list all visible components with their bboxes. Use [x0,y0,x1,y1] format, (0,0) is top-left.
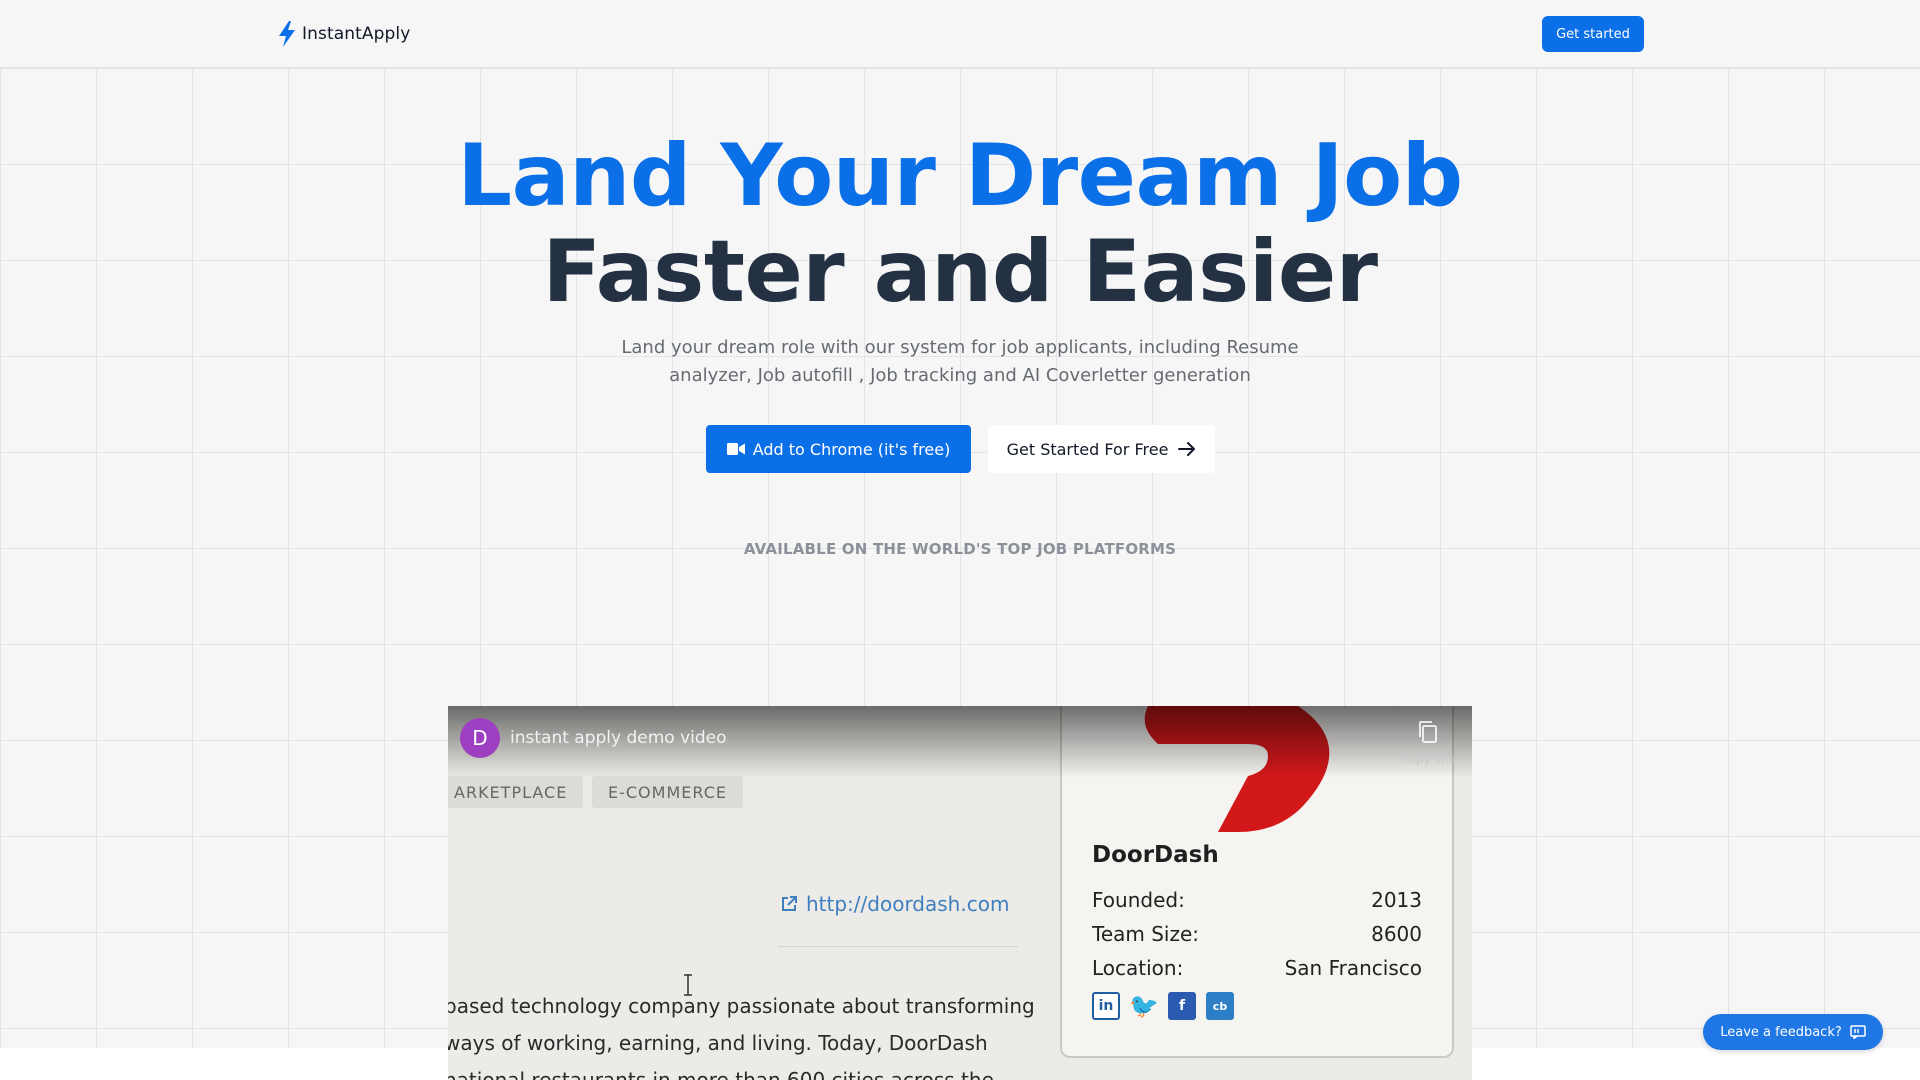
description-line: based technology company passionate abou… [448,994,1035,1018]
add-to-chrome-button[interactable]: Add to Chrome (it's free) [706,425,971,473]
video-camera-icon [726,443,745,455]
demo-video-player[interactable]: ARKETPLACE E-COMMERCE http://doordash.co… [448,706,1472,1080]
hero-subtitle: Land your dream role with our system for… [621,337,1299,386]
top-navbar: InstantApply Get started [0,0,1920,68]
hero-title-line1: Land Your Dream Job [457,126,1463,226]
facebook-icon: f [1168,992,1196,1020]
info-label: Founded: [1092,888,1185,912]
hero-title-line2: Faster and Easier [542,222,1378,322]
video-title[interactable]: instant apply demo video [510,728,727,748]
company-name: DoorDash [1092,842,1219,868]
description-line: ways of working, earning, and living. To… [448,1031,988,1055]
logo-text: InstantApply [302,24,411,44]
copy-link-button[interactable]: Copy link [1390,720,1466,767]
info-label: Team Size: [1092,922,1200,946]
crunchbase-icon: cb [1206,992,1234,1020]
info-value: San Francisco [1284,956,1422,980]
description-line: national restaurants in more than 600 ci… [448,1068,994,1080]
tag-ecommerce: E-COMMERCE [592,776,743,808]
linkedin-icon: in [1092,992,1120,1020]
info-row-location: Location: San Francisco [1092,956,1422,980]
text-cursor-icon [684,974,692,996]
message-icon [1850,1025,1866,1039]
external-link-icon [782,896,797,911]
info-value: 2013 [1371,888,1422,912]
get-started-free-label: Get Started For Free [1006,439,1169,459]
company-description: based technology company passionate abou… [448,988,1044,1080]
feedback-label: Leave a feedback? [1720,1024,1842,1040]
divider [778,946,1018,947]
info-label: Location: [1092,956,1184,980]
social-icons: in 🐦 f cb [1092,992,1234,1020]
info-row-team-size: Team Size: 8600 [1092,922,1422,946]
channel-avatar[interactable]: D [460,718,500,758]
tag-marketplace: ARKETPLACE [448,776,584,808]
company-link-text: http://doordash.com [806,892,1010,916]
get-started-free-button[interactable]: Get Started For Free [988,425,1215,473]
twitter-icon: 🐦 [1129,992,1159,1020]
get-started-button[interactable]: Get started [1542,16,1644,52]
info-value: 8600 [1371,922,1422,946]
add-to-chrome-label: Add to Chrome (it's free) [752,439,951,459]
company-website-link: http://doordash.com [780,892,1009,916]
arrow-right-icon [1178,442,1196,456]
platforms-label: AVAILABLE ON THE WORLD'S TOP JOB PLATFOR… [743,540,1177,558]
info-row-founded: Founded: 2013 [1092,888,1422,912]
copy-link-label: Copy link [1400,752,1456,766]
copy-icon [1419,721,1437,743]
leave-feedback-button[interactable]: Leave a feedback? [1703,1014,1883,1050]
lightning-bolt-icon [279,21,295,47]
logo[interactable]: InstantApply [278,20,410,48]
